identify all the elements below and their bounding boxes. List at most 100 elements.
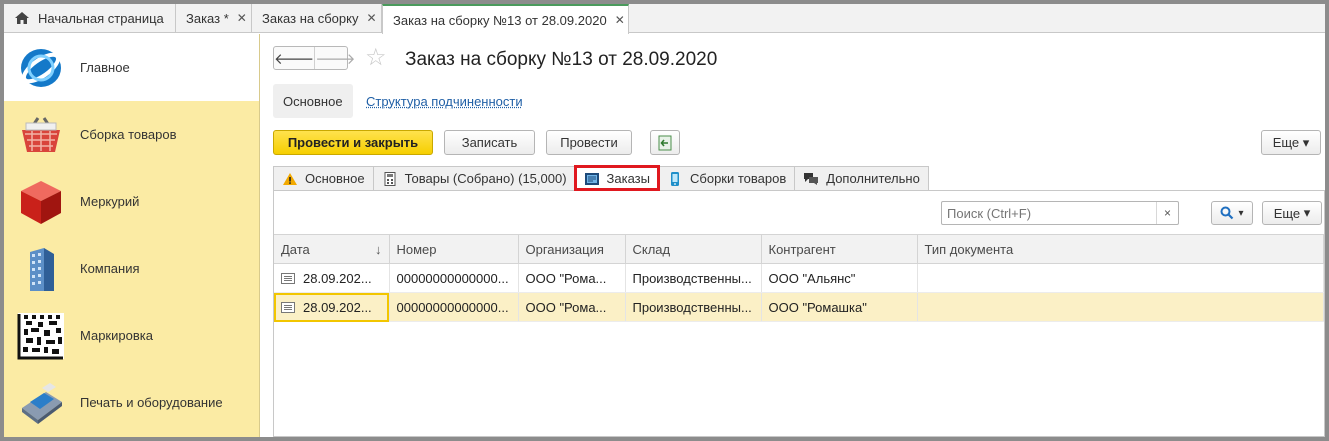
list-more-button[interactable]: Еще ▾ [1262,201,1322,225]
document-icon [281,301,295,313]
sort-down-arrow-icon: ↓ [375,241,382,257]
column-header-doc-type[interactable]: Тип документа [917,234,1324,264]
column-label: Дата [281,241,310,257]
red-cube-icon [21,180,61,224]
cell-organization[interactable]: ООО "Рома... [518,263,626,293]
payment-terminal-icon [22,382,62,424]
column-header-counterparty[interactable]: Контрагент [761,234,918,264]
tab-additional[interactable]: Дополнительно [794,166,929,190]
back-arrow-icon[interactable]: 🡐 [274,47,314,69]
cell-number[interactable]: 00000000000000... [389,292,519,322]
app-window: Начальная страница Заказ * ✕ Заказ на сб… [4,4,1325,437]
post-button[interactable]: Провести [546,130,632,155]
cell-number[interactable]: 00000000000000... [389,263,519,293]
tab-home[interactable]: Начальная страница [4,4,176,32]
document-icon [281,272,295,284]
chevron-down-icon: ▾ [1238,207,1244,219]
table-row[interactable]: 28.09.202... 00000000000000... ООО "Рома… [274,263,1324,293]
favorite-star-icon[interactable]: ☆ [365,46,387,70]
form-tabs: Основное Товары (Собрано) (15,000) Заказ… [273,165,1325,191]
tab-assemblies[interactable]: Сборки товаров [658,166,796,190]
document-form: 🡐 🡒 ☆ Заказ на сборку №13 от 28.09.2020 … [261,34,1325,437]
page-title: Заказ на сборку №13 от 28.09.2020 [405,49,718,70]
table-header-row: Дата ↓ Номер Организация Склад Контрагент… [274,234,1324,264]
cell-date-text: 28.09.202... [303,299,372,315]
forward-arrow-icon[interactable]: 🡒 [314,47,355,69]
search-input[interactable] [942,203,1156,223]
cell-warehouse[interactable]: Производственны... [625,292,762,322]
list-more-label: Еще [1273,205,1301,221]
tab-orders[interactable]: Заказы [573,165,661,191]
building-icon [30,247,54,291]
home-icon [15,12,29,24]
tab-additional-label: Дополнительно [826,171,920,186]
sidebar-item-mercury[interactable]: Меркурий [4,168,259,235]
sidebar-item-label: Печать и оборудование [80,395,223,410]
tab-general-label: Основное [305,171,365,186]
sections-sidebar: Главное Сборка товаров Меркурий Компания… [4,34,260,437]
cell-doc-type[interactable] [917,263,1324,293]
column-header-organization[interactable]: Организация [518,234,626,264]
sidebar-item-label: Компания [80,261,140,276]
cell-date-text: 28.09.202... [303,270,372,286]
tab-goods[interactable]: Товары (Собрано) (15,000) [372,166,576,190]
tab-order[interactable]: Заказ * ✕ [176,4,252,32]
orders-tab-pane: × ▾ Еще ▾ Дата ↓ [273,190,1325,437]
search-box: × [941,201,1179,225]
cell-counterparty[interactable]: ООО "Ромашка" [761,292,918,322]
search-options-button[interactable]: ▾ [1211,201,1253,225]
globe-logo-icon [21,48,61,87]
table-row-selected[interactable]: 28.09.202... 00000000000000... ООО "Рома… [274,292,1324,322]
tab-orders-label: Заказы [606,171,650,186]
sidebar-item-marking[interactable]: Маркировка [4,302,259,369]
close-icon[interactable]: ✕ [615,13,625,27]
column-header-number[interactable]: Номер [389,234,519,264]
tab-goods-label: Товары (Собрано) (15,000) [404,171,567,186]
document-arrow-icon [658,135,672,150]
shopping-basket-icon [22,116,60,152]
phone-icon [671,171,679,186]
cell-date[interactable]: 28.09.202... [274,292,390,322]
history-nav: 🡐 🡒 [273,46,355,70]
tab-assemblies-label: Сборки товаров [690,171,787,186]
chat-icon [804,172,819,185]
orders-table: Дата ↓ Номер Организация Склад Контрагент… [274,234,1324,322]
tab-home-label: Начальная страница [38,10,164,26]
datamatrix-code-icon [17,312,64,359]
cell-counterparty[interactable]: ООО "Альянс" [761,263,918,293]
column-header-warehouse[interactable]: Склад [625,234,762,264]
tab-assembly-order-list[interactable]: Заказ на сборку ✕ [252,4,382,32]
more-button-label: Еще [1272,135,1300,150]
sidebar-item-label: Сборка товаров [80,127,177,142]
sidebar-item-main[interactable]: Главное [4,34,259,101]
tab-order-label: Заказ * [186,10,229,26]
sidebar-item-label: Маркировка [80,328,153,343]
post-and-close-button[interactable]: Провести и закрыть [273,130,433,155]
clear-search-icon[interactable]: × [1156,202,1178,224]
window-tabs-bar: Начальная страница Заказ * ✕ Заказ на сб… [4,4,1325,34]
cell-date[interactable]: 28.09.202... [274,263,390,293]
cell-organization[interactable]: ООО "Рома... [518,292,626,322]
tab-assembly-order-list-label: Заказ на сборку [262,10,359,26]
subnav-structure-link[interactable]: Структура подчиненности [366,94,523,109]
sidebar-item-assembly[interactable]: Сборка товаров [4,101,259,168]
tab-assembly-order-13[interactable]: Заказ на сборку №13 от 28.09.2020 ✕ [382,4,629,34]
column-header-date[interactable]: Дата ↓ [274,234,390,264]
close-icon[interactable]: ✕ [366,11,376,25]
calculator-icon [384,171,396,186]
sidebar-item-company[interactable]: Компания [4,235,259,302]
sidebar-item-label: Главное [80,60,130,75]
cell-doc-type[interactable] [917,292,1324,322]
close-icon[interactable]: ✕ [237,11,247,25]
cell-warehouse[interactable]: Производственны... [625,263,762,293]
orders-icon [584,172,599,185]
tab-assembly-order-13-label: Заказ на сборку №13 от 28.09.2020 [393,12,607,28]
more-button[interactable]: Еще ▾ [1261,130,1321,155]
subnav-main[interactable]: Основное [273,84,353,118]
save-button[interactable]: Записать [444,130,535,155]
print-action-button[interactable] [650,130,680,155]
sidebar-item-label: Меркурий [80,194,140,209]
tab-general[interactable]: Основное [273,166,374,190]
search-icon [1220,206,1234,220]
sidebar-item-print[interactable]: Печать и оборудование [4,369,259,436]
